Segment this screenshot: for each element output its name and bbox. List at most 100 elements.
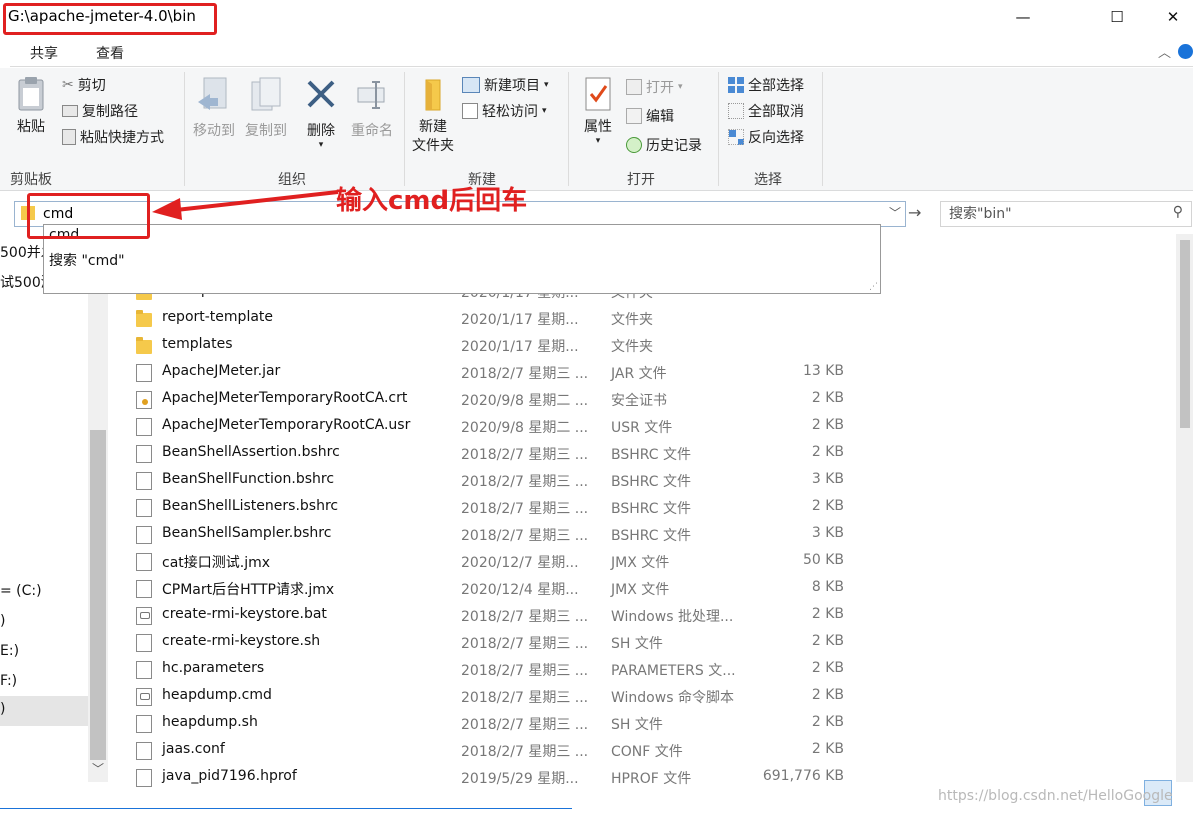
ribbon: 粘贴 ✂ 剪切 复制路径 粘贴快捷方式 剪贴板 移动到 复制到 删除 ▾ 重命名… [0, 68, 1193, 191]
file-row[interactable]: templates 2020/1/17 星期... 文件夹 [136, 332, 856, 359]
collapse-ribbon-icon[interactable]: ︿ [1158, 42, 1171, 61]
file-row[interactable]: ApacheJMeter.jar 2018/2/7 星期三 ... JAR 文件 13… [136, 359, 856, 386]
cut-button[interactable]: ✂ 剪切 [62, 74, 106, 96]
nav-item-drive-f[interactable]: F:) [0, 673, 17, 689]
file-name: CPMart后台HTTP请求.jmx [162, 582, 335, 598]
file-row[interactable]: BeanShellAssertion.bshrc 2018/2/7 星期三 ...… [136, 440, 856, 467]
search-box[interactable]: ⚲ [940, 201, 1192, 227]
file-name: hc.parameters [162, 660, 265, 676]
minimize-icon: — [1015, 8, 1031, 26]
resize-grip-icon[interactable]: ⋰ [869, 282, 878, 292]
go-arrow-icon[interactable]: → [908, 203, 921, 222]
watermark: https://blog.csdn.net/HelloGoogle [938, 788, 1173, 804]
file-name: ApacheJMeter.jar [162, 363, 281, 379]
file-type: BSHRC 文件 [611, 447, 692, 463]
file-row[interactable]: BeanShellListeners.bshrc 2018/2/7 星期三 ...… [136, 494, 856, 521]
rename-button[interactable]: 重命名 [346, 76, 398, 141]
file-type: BSHRC 文件 [611, 528, 692, 544]
nav-scrollbar-thumb[interactable] [90, 430, 106, 760]
scroll-down-icon[interactable]: ﹀ [92, 760, 104, 777]
file-row[interactable]: create-rmi-keystore.sh 2018/2/7 星期三 ... SH… [136, 629, 856, 656]
select-none-button[interactable]: 全部取消 [728, 100, 804, 122]
paste-shortcut-button[interactable]: 粘贴快捷方式 [62, 126, 164, 148]
suggestion-item[interactable]: 搜索 "cmd" [49, 250, 125, 270]
close-button[interactable]: ✕ [1150, 0, 1193, 34]
file-type: JMX 文件 [611, 582, 670, 598]
edit-button[interactable]: 编辑 [626, 105, 674, 127]
paste-label: 粘贴 [17, 119, 45, 135]
invert-selection-icon [728, 129, 744, 145]
file-icon [136, 661, 152, 679]
new-folder-label-line2: 文件夹 [412, 138, 454, 154]
file-row[interactable]: heapdump.sh 2018/2/7 星期三 ... SH 文件 2 KB [136, 710, 856, 737]
autocomplete-dropdown: cmd 搜索 "cmd" ⋰ [43, 224, 881, 294]
file-row[interactable]: BeanShellSampler.bshrc 2018/2/7 星期三 ... BS… [136, 521, 856, 548]
file-icon [136, 715, 152, 733]
file-name: java_pid7196.hprof [162, 768, 297, 784]
chevron-down-icon: ▾ [544, 80, 549, 90]
nav-item[interactable]: ) [0, 613, 5, 629]
file-icon [136, 364, 152, 382]
select-all-button[interactable]: 全部选择 [728, 74, 804, 96]
file-row[interactable]: ApacheJMeterTemporaryRootCA.usr 2020/9/8 … [136, 413, 856, 440]
properties-button[interactable]: 属性 ▾ [578, 76, 618, 146]
paste-button[interactable]: 粘贴 [12, 76, 50, 137]
file-row[interactable]: heapdump.cmd 2018/2/7 星期三 ... Windows 命令脚本… [136, 683, 856, 710]
ribbon-separator [822, 72, 823, 186]
file-row[interactable]: java_pid7196.hprof 2019/5/29 星期... HPROF 文… [136, 764, 856, 791]
help-icon[interactable] [1178, 44, 1193, 59]
easy-access-button[interactable]: 轻松访问 ▾ [462, 100, 547, 122]
properties-label: 属性 [584, 119, 612, 135]
file-date: 2018/2/7 星期三 ... [461, 744, 589, 760]
annotation-arrow-icon [152, 190, 339, 220]
file-date: 2020/1/17 星期... [461, 312, 579, 328]
file-row[interactable]: create-rmi-keystore.bat 2018/2/7 星期三 ... W… [136, 602, 856, 629]
file-row[interactable]: cat接口测试.jmx 2020/12/7 星期... JMX 文件 50 KB [136, 548, 856, 575]
open-icon [626, 79, 642, 95]
tab-view[interactable]: 查看 [96, 43, 124, 63]
chevron-down-icon: ▾ [542, 106, 547, 116]
file-row[interactable]: hc.parameters 2018/2/7 星期三 ... PARAMETERS … [136, 656, 856, 683]
file-type: Windows 命令脚本 [611, 690, 734, 706]
file-row[interactable]: CPMart后台HTTP请求.jmx 2020/12/4 星期... JMX 文件 8… [136, 575, 856, 602]
file-size: 2 KB [811, 417, 844, 433]
copy-path-button[interactable]: 复制路径 [62, 100, 138, 122]
new-folder-button[interactable]: 新建 文件夹 [410, 76, 456, 156]
edit-pencil-icon [626, 108, 642, 124]
copy-to-label: 复制到 [245, 123, 287, 139]
nav-item-drive-e[interactable]: E:) [0, 643, 19, 659]
copy-to-button[interactable]: 复制到 [242, 76, 290, 141]
ribbon-separator [404, 72, 405, 186]
invert-selection-button[interactable]: 反向选择 [728, 126, 804, 148]
delete-button[interactable]: 删除 ▾ [302, 76, 340, 150]
new-folder-label-line1: 新建 [419, 119, 447, 135]
file-date: 2020/9/8 星期二 ... [461, 393, 589, 409]
history-button[interactable]: 历史记录 [626, 134, 702, 156]
search-input[interactable] [949, 204, 1159, 223]
file-name: cat接口测试.jmx [162, 555, 271, 571]
script-file-icon [136, 607, 152, 625]
file-row[interactable]: report-template 2020/1/17 星期... 文件夹 [136, 305, 856, 332]
chevron-down-icon[interactable]: ﹀ [889, 204, 901, 221]
file-row[interactable]: ApacheJMeterTemporaryRootCA.crt 2020/9/8 … [136, 386, 856, 413]
file-type: 文件夹 [611, 312, 653, 328]
file-row[interactable]: jaas.conf 2018/2/7 星期三 ... CONF 文件 2 KB [136, 737, 856, 764]
file-size: 2 KB [811, 741, 844, 757]
ribbon-separator [718, 72, 719, 186]
file-icon [136, 499, 152, 517]
new-item-button[interactable]: 新建项目 ▾ [462, 74, 549, 96]
search-icon[interactable]: ⚲ [1173, 204, 1183, 220]
nav-item-selected[interactable]: ) [0, 696, 88, 726]
move-to-button[interactable]: 移动到 [190, 76, 238, 141]
file-row[interactable]: BeanShellFunction.bshrc 2018/2/7 星期三 ... B… [136, 467, 856, 494]
folder-icon [136, 337, 152, 354]
nav-item-drive-c[interactable]: = (C:) [0, 583, 42, 599]
minimize-button[interactable]: — [1000, 0, 1046, 34]
file-list-scrollbar-thumb[interactable] [1180, 240, 1190, 428]
tab-share[interactable]: 共享 [30, 43, 58, 63]
file-icon [136, 445, 152, 463]
open-button[interactable]: 打开 ▾ [626, 76, 683, 98]
highlight-box-title [3, 3, 217, 35]
annotation-text: 输入cmd后回车 [336, 186, 528, 216]
maximize-button[interactable]: ☐ [1094, 0, 1140, 34]
